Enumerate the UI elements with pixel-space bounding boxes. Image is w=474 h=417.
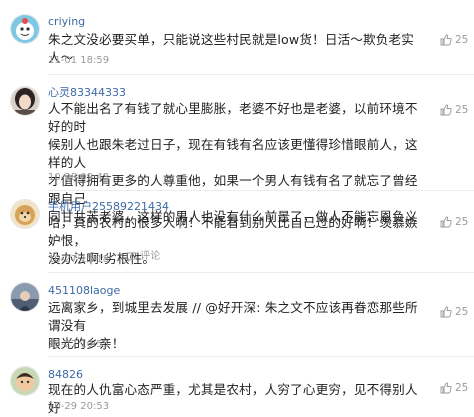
timestamp: 10-27 15:18 <box>48 254 110 265</box>
avatar[interactable] <box>10 199 40 229</box>
avatar-image <box>11 200 39 228</box>
avatar[interactable] <box>10 282 40 312</box>
reply-button[interactable]: 评论 <box>126 251 160 263</box>
divider <box>48 356 474 357</box>
comment-line: 候别人也跟朱老过日子，现在有钱有名应该更懂得珍惜眼前人，这样的人 <box>48 137 418 170</box>
username[interactable]: criying <box>48 15 85 29</box>
like-count: 25 <box>455 34 469 46</box>
reply-label: 评论 <box>140 251 161 262</box>
username[interactable]: 451108laoge <box>48 284 120 298</box>
like-button[interactable]: 25 <box>440 382 468 394</box>
comment-line: 人不能出名了有钱了就心里膨胀，老婆不好也是老婆，以前环境不好的时 <box>48 101 418 134</box>
timestamp: 10-29 20:53 <box>48 401 110 412</box>
avatar-image <box>11 283 39 311</box>
username[interactable]: 手机用户25589221434 <box>48 200 169 214</box>
comment-meta: 10-27 10:55 <box>48 339 109 351</box>
thumbs-up-icon <box>440 382 452 394</box>
avatar-image <box>11 367 39 395</box>
thumbs-up-icon <box>440 104 452 116</box>
timestamp: 11-01 18:59 <box>48 55 110 66</box>
comment-meta: 10-27 15:18 评论 <box>48 251 160 266</box>
like-count: 25 <box>455 216 469 228</box>
comment-line: 远离家乡，到城里去发展 // @好开深: 朱之文不应该再眷恋那些所谓没有 <box>48 300 418 333</box>
like-count: 25 <box>455 306 469 318</box>
comment-meta: 11-01 18:59 <box>48 55 109 67</box>
thumbs-up-icon <box>440 216 452 228</box>
avatar-image <box>11 15 39 43</box>
comment-meta: 10-29 20:53 <box>48 401 109 413</box>
like-count: 25 <box>455 382 469 394</box>
like-button[interactable]: 25 <box>440 34 468 46</box>
like-button[interactable]: 25 <box>440 216 468 228</box>
comment-feed: criying 朱之文没必要买单，只能说这些村民就是low货！日活～欺负老实人～… <box>0 0 474 415</box>
avatar-image <box>11 87 39 115</box>
avatar[interactable] <box>10 14 40 44</box>
speech-bubble-icon <box>126 252 137 262</box>
timestamp: 10-28 09:43 <box>48 172 110 183</box>
divider <box>48 190 474 191</box>
comment-line: 哈，真的农村的很多人啊！不能看到别人比自己过的好啊！羡慕嫉妒恨， <box>48 215 418 248</box>
timestamp: 10-27 10:55 <box>48 339 110 350</box>
divider <box>48 74 474 75</box>
username[interactable]: 心灵83344333 <box>48 86 126 100</box>
thumbs-up-icon <box>440 34 452 46</box>
avatar[interactable] <box>10 366 40 396</box>
thumbs-up-icon <box>440 306 452 318</box>
divider <box>48 272 474 273</box>
like-count: 25 <box>455 104 469 116</box>
avatar[interactable] <box>10 86 40 116</box>
username[interactable]: 84826 <box>48 368 83 382</box>
like-button[interactable]: 25 <box>440 306 468 318</box>
like-button[interactable]: 25 <box>440 104 468 116</box>
comment-meta: 10-28 09:43 <box>48 172 109 184</box>
